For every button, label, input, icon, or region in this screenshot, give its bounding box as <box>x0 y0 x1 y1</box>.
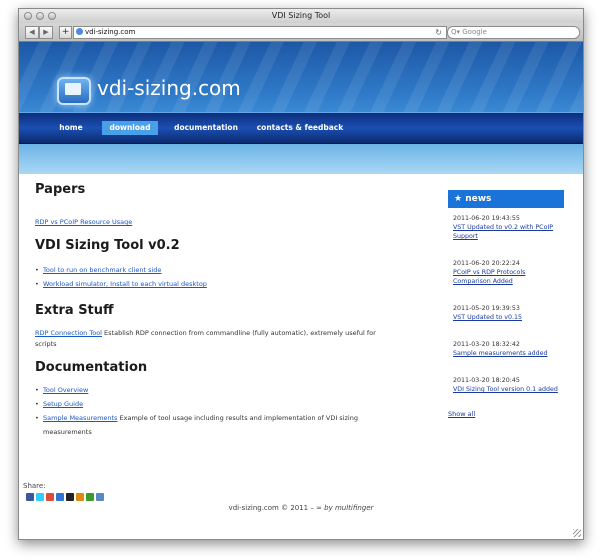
monitor-logo-icon[interactable] <box>57 77 91 105</box>
papers-heading: Papers <box>35 182 86 197</box>
news-title-link[interactable]: VST Updated to v0.2 with PCoIP Support <box>453 223 559 241</box>
main-nav: home download documentation contacts & f… <box>19 112 583 145</box>
list-item: Tool to run on benchmark client side <box>35 263 380 277</box>
header-lower-band <box>19 144 583 174</box>
documentation-heading: Documentation <box>35 360 148 375</box>
rdp-connection-tool-link[interactable]: RDP Connection Tool <box>35 329 102 337</box>
twitter-icon[interactable] <box>36 493 44 501</box>
share-icons <box>26 493 104 501</box>
search-input[interactable]: Q▾ Google <box>447 26 580 39</box>
news-item: 2011-03-20 18:20:45 VDI Sizing Tool vers… <box>448 370 564 406</box>
main-column: Papers RDP vs PCoIP Resource Usage VDI S… <box>35 182 380 439</box>
myspace-icon[interactable] <box>66 493 74 501</box>
news-date: 2011-05-20 19:39:53 <box>453 305 520 312</box>
window-controls <box>24 12 56 20</box>
papers-link-rdp-vs-pcoip[interactable]: RDP vs PCoIP Resource Usage <box>35 218 132 226</box>
news-date: 2011-06-20 19:43:55 <box>453 215 520 222</box>
add-bookmark-button[interactable]: + <box>59 26 72 39</box>
news-item: 2011-03-20 18:32:42 Sample measurements … <box>448 334 564 370</box>
stumble-icon[interactable] <box>86 493 94 501</box>
site-header: vdi-sizing.com home download documentati… <box>19 42 583 174</box>
reload-icon[interactable]: ↻ <box>435 27 442 38</box>
news-item: 2011-05-20 19:39:53 VST Updated to v0.15 <box>448 298 564 334</box>
site-logo-text[interactable]: vdi-sizing.com <box>97 76 241 100</box>
nav-download[interactable]: download <box>102 121 158 135</box>
tool-overview-link[interactable]: Tool Overview <box>43 386 88 394</box>
forward-button[interactable]: ▶ <box>39 26 53 39</box>
news-heading: ★ news <box>448 190 564 208</box>
footer-copyright: vdi-sizing.com © 2011 – ∞ <box>228 504 322 512</box>
news-date: 2011-06-20 20:22:24 <box>453 260 520 267</box>
browser-toolbar: ◀ ▶ + vdi-sizing.com ↻ Q▾ Google <box>19 23 583 42</box>
address-bar[interactable]: vdi-sizing.com ↻ <box>73 26 447 39</box>
delicious-icon[interactable] <box>56 493 64 501</box>
news-date: 2011-03-20 18:32:42 <box>453 341 520 348</box>
google-icon[interactable] <box>46 493 54 501</box>
tool-heading: VDI Sizing Tool v0.2 <box>35 238 180 253</box>
nav-documentation[interactable]: documentation <box>171 121 241 135</box>
news-title-link[interactable]: VDI Sizing Tool version 0.1 added <box>453 385 559 394</box>
nav-home[interactable]: home <box>49 121 93 135</box>
news-item: 2011-06-20 19:43:55 VST Updated to v0.2 … <box>448 208 564 253</box>
window-title: VDI Sizing Tool <box>271 11 331 20</box>
news-title-link[interactable]: VST Updated to v0.15 <box>453 313 559 322</box>
url-text: vdi-sizing.com <box>85 28 136 36</box>
footer: vdi-sizing.com © 2011 – ∞ by multifinger <box>19 504 583 512</box>
list-item: Setup Guide <box>35 397 380 411</box>
globe-icon <box>76 28 83 35</box>
share-label: Share: <box>23 482 46 490</box>
extra-paragraph: RDP Connection Tool Establish RDP connec… <box>35 328 380 350</box>
news-item: 2011-06-20 20:22:24 PCoIP vs RDP Protoco… <box>448 253 564 298</box>
back-button[interactable]: ◀ <box>25 26 39 39</box>
title-bar: VDI Sizing Tool <box>19 9 583 23</box>
extra-heading: Extra Stuff <box>35 303 114 318</box>
nav-contacts-feedback[interactable]: contacts & feedback <box>255 121 345 135</box>
show-all-news-link[interactable]: Show all <box>448 410 475 418</box>
close-window-button[interactable] <box>24 12 32 20</box>
email-icon[interactable] <box>96 493 104 501</box>
tool-client-link[interactable]: Tool to run on benchmark client side <box>43 266 161 274</box>
news-sidebar: ★ news 2011-06-20 19:43:55 VST Updated t… <box>448 190 564 418</box>
minimize-window-button[interactable] <box>36 12 44 20</box>
list-item: Workload simulator, Install to each virt… <box>35 277 380 291</box>
zoom-window-button[interactable] <box>48 12 56 20</box>
digg-icon[interactable] <box>76 493 84 501</box>
sample-measurements-link[interactable]: Sample Measurements <box>43 414 117 422</box>
history-buttons: ◀ ▶ <box>25 26 53 39</box>
news-title-link[interactable]: Sample measurements added <box>453 349 559 358</box>
list-item: Sample Measurements Example of tool usag… <box>35 411 380 439</box>
browser-window: VDI Sizing Tool ◀ ▶ + vdi-sizing.com ↻ Q… <box>18 8 584 540</box>
workload-simulator-link[interactable]: Workload simulator, Install to each virt… <box>43 280 207 288</box>
news-date: 2011-03-20 18:20:45 <box>453 377 520 384</box>
footer-author[interactable]: by multifinger <box>322 504 373 512</box>
news-title-link[interactable]: PCoIP vs RDP Protocols Comparison Added <box>453 268 559 286</box>
facebook-icon[interactable] <box>26 493 34 501</box>
list-item: Tool Overview <box>35 383 380 397</box>
page-content: vdi-sizing.com home download documentati… <box>19 42 583 539</box>
setup-guide-link[interactable]: Setup Guide <box>43 400 83 408</box>
resize-grip-icon[interactable] <box>573 529 581 537</box>
